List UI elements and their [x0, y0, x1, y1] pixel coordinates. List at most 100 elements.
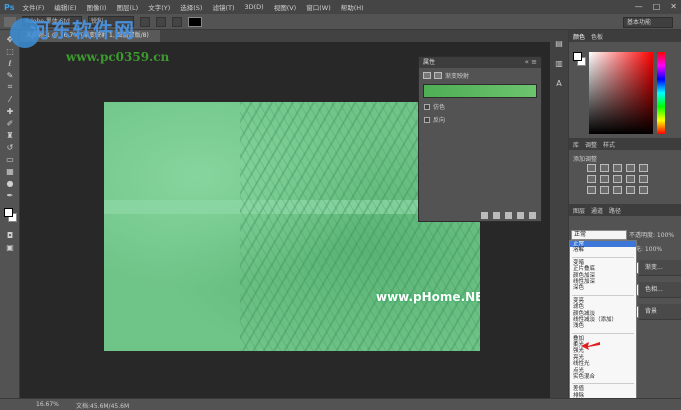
menu-window[interactable]: 窗口(W) [306, 2, 331, 12]
exposure-icon[interactable] [626, 164, 635, 172]
levels-icon[interactable] [600, 164, 609, 172]
align-center-button[interactable] [156, 16, 166, 27]
history-brush-icon[interactable]: ↺ [4, 142, 16, 152]
menu-view[interactable]: 视图(V) [274, 2, 297, 12]
eraser-tool-icon[interactable]: ▭ [4, 154, 16, 164]
menu-bar: Ps 文件(F) 编辑(E) 图像(I) 图层(L) 文字(Y) 选择(S) 滤… [0, 0, 681, 14]
gradient-map-bar[interactable] [423, 84, 537, 98]
document-info[interactable]: 文档:45.6M/45.6M [76, 401, 129, 410]
maximize-button[interactable]: □ [653, 2, 661, 11]
hue-slider[interactable] [657, 52, 665, 134]
curves-icon[interactable] [613, 164, 622, 172]
brightness-icon[interactable] [587, 164, 596, 172]
align-right-button[interactable] [172, 16, 182, 27]
menu-type[interactable]: 文字(Y) [148, 2, 170, 12]
watermark-site-url: www.pc0359.cn [66, 50, 170, 64]
properties-subtitle: 渐变映射 [445, 72, 470, 80]
eyedropper-tool-icon[interactable]: ⁄ [4, 94, 16, 104]
minimize-button[interactable]: — [635, 2, 643, 11]
color-balance-icon[interactable] [600, 175, 609, 183]
dither-checkbox[interactable] [424, 103, 430, 110]
clip-to-layer-icon[interactable] [481, 211, 488, 219]
selective-color-icon[interactable] [639, 186, 648, 194]
quick-select-tool-icon[interactable]: ✎ [4, 70, 16, 80]
workspace-select[interactable]: 基本功能 [623, 17, 673, 28]
screen-mode-icon[interactable]: ▣ [4, 242, 16, 252]
properties-panel: 属性 « ≡ 渐变映射 仿色 反向 [418, 56, 542, 222]
mask-icon[interactable] [434, 71, 442, 79]
color-panel-foreground-swatch[interactable] [573, 52, 582, 61]
reverse-checkbox-row[interactable]: 反向 [419, 115, 541, 124]
menu-3d[interactable]: 3D(D) [244, 3, 263, 11]
dither-checkbox-row[interactable]: 仿色 [419, 102, 541, 111]
gradient-map-icon[interactable] [626, 186, 635, 194]
tab-channels[interactable]: 通道 [591, 206, 603, 215]
history-panel-icon[interactable]: ▤ [554, 38, 564, 48]
tab-color[interactable]: 颜色 [573, 32, 585, 41]
crop-tool-icon[interactable]: ⌗ [4, 82, 16, 92]
blend-option-dissolve[interactable]: 溶解 [570, 247, 636, 253]
blend-option-darker-color[interactable]: 深色 [570, 285, 636, 291]
gradient-tool-icon[interactable]: ▦ [4, 166, 16, 176]
photo-filter-icon[interactable] [626, 175, 635, 183]
blend-option-lighter-color[interactable]: 浅色 [570, 323, 636, 329]
lasso-tool-icon[interactable]: ℓ [4, 58, 16, 68]
reset-icon[interactable] [505, 211, 512, 219]
window-controls: — □ ✕ [635, 2, 677, 11]
reverse-checkbox[interactable] [424, 116, 430, 123]
menu-filter[interactable]: 滤镜(T) [212, 2, 234, 12]
layers-panel-tabs: 图层 通道 路径 [569, 204, 681, 216]
tab-libraries[interactable]: 库 [573, 140, 579, 149]
zoom-level[interactable]: 16.67% [36, 401, 59, 408]
adjustment-icons-grid [587, 164, 648, 194]
pen-tool-icon[interactable]: ✒ [4, 190, 16, 200]
threshold-icon[interactable] [613, 186, 622, 194]
trash-icon[interactable] [529, 211, 536, 219]
properties-panel-icon[interactable]: ▥ [554, 58, 564, 68]
stamp-tool-icon[interactable]: ♜ [4, 130, 16, 140]
color-picker-field[interactable] [589, 52, 653, 134]
vibrance-icon[interactable] [639, 164, 648, 172]
character-panel-icon[interactable]: A [554, 78, 564, 88]
channel-mixer-icon[interactable] [639, 175, 648, 183]
dodge-tool-icon[interactable]: ● [4, 178, 16, 188]
text-color-swatch[interactable] [188, 16, 202, 27]
quick-mask-icon[interactable]: ◘ [4, 230, 16, 240]
healing-tool-icon[interactable]: ✚ [4, 106, 16, 116]
close-button[interactable]: ✕ [670, 2, 677, 11]
visibility-icon[interactable] [517, 211, 524, 219]
blend-option-hard-mix[interactable]: 实色混合 [570, 374, 636, 380]
invert-icon[interactable] [587, 186, 596, 194]
tab-swatches[interactable]: 色板 [591, 32, 603, 41]
tab-layers[interactable]: 图层 [573, 206, 585, 215]
opacity-control[interactable]: 不透明度: 100% [629, 230, 674, 239]
panel-collapse-icon[interactable]: « ≡ [525, 57, 537, 68]
marquee-tool-icon[interactable]: ⬚ [4, 46, 16, 56]
adjustments-panel-tabs: 库 调整 样式 [569, 138, 681, 150]
tab-styles[interactable]: 样式 [603, 140, 615, 149]
panel-icon-strip: ▤ ▥ A [550, 30, 568, 398]
brush-tool-icon[interactable]: ✐ [4, 118, 16, 128]
blend-mode-dropdown[interactable]: 正常 溶解 变暗 正片叠底 颜色加深 线性加深 深色 变亮 滤色 颜色减淡 线性… [569, 240, 637, 410]
posterize-icon[interactable] [600, 186, 609, 194]
menu-select[interactable]: 选择(S) [180, 2, 202, 12]
menu-layer[interactable]: 图层(L) [116, 2, 138, 12]
layer-row-gradient-map[interactable]: 渐变... [639, 260, 681, 276]
black-white-icon[interactable] [613, 175, 622, 183]
blend-separator [572, 331, 634, 334]
tab-paths[interactable]: 路径 [609, 206, 621, 215]
foreground-color-swatch[interactable] [4, 208, 13, 217]
menu-image[interactable]: 图像(I) [86, 2, 106, 12]
layer-row-background[interactable]: 背景 [639, 304, 681, 320]
blend-mode-select[interactable]: 正常 [571, 230, 627, 240]
layer-row-hue[interactable]: 色相... [639, 282, 681, 298]
tab-adjustments[interactable]: 调整 [585, 140, 597, 149]
view-previous-icon[interactable] [493, 211, 500, 219]
align-left-button[interactable] [140, 16, 150, 27]
properties-panel-header[interactable]: 属性 « ≡ [419, 57, 541, 68]
photoshop-logo: Ps [4, 2, 15, 12]
menu-edit[interactable]: 编辑(E) [54, 2, 76, 12]
menu-file[interactable]: 文件(F) [22, 2, 44, 12]
menu-help[interactable]: 帮助(H) [341, 2, 364, 12]
hue-saturation-icon[interactable] [587, 175, 596, 183]
